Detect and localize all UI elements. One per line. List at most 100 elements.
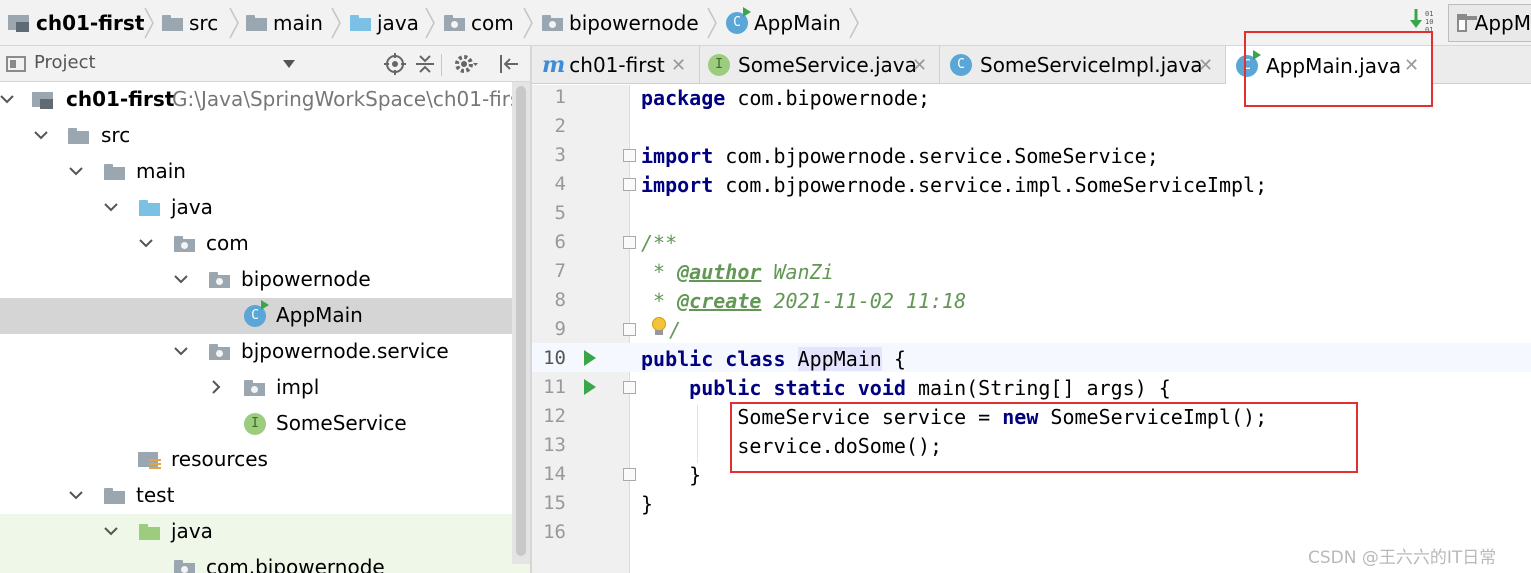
breadcrumb-label: bipowernode — [569, 11, 699, 35]
tree-item-label: impl — [276, 375, 320, 399]
settings-gear-icon[interactable] — [454, 53, 478, 75]
chevron-down-icon[interactable] — [104, 524, 118, 538]
tree-item-com-bipowernode[interactable]: com.bipowernode — [0, 550, 530, 573]
view-dropdown-icon[interactable] — [282, 59, 296, 69]
line-number: 15 — [543, 492, 566, 514]
chevron-down-icon[interactable] — [104, 200, 118, 214]
run-main-icon[interactable] — [584, 379, 596, 395]
package-icon — [174, 560, 195, 573]
hide-panel-icon[interactable] — [498, 53, 520, 75]
code-line-15: } — [641, 492, 654, 516]
fold-marker-icon[interactable] — [623, 381, 636, 394]
tree-item-src[interactable]: src — [0, 118, 530, 154]
source-folder-icon — [350, 15, 371, 31]
package-icon — [542, 15, 563, 31]
tree-item-label: src — [101, 123, 131, 147]
package-icon — [209, 272, 230, 288]
chevron-right-icon[interactable] — [209, 380, 223, 394]
chevron-down-icon[interactable] — [174, 272, 188, 286]
breadcrumb-java[interactable]: java — [350, 0, 419, 46]
line-number: 12 — [543, 405, 566, 427]
code-line-1: package com.bipowernode; — [641, 86, 930, 110]
breadcrumb-project[interactable]: ch01-first — [8, 0, 144, 46]
breadcrumb-label: main — [273, 11, 323, 35]
tree-item-resources[interactable]: resources — [0, 442, 530, 478]
tab-label: SomeServiceImpl.java — [980, 53, 1203, 77]
fold-marker-icon[interactable] — [623, 323, 636, 336]
code-line-4: import com.bjpowernode.service.impl.Some… — [641, 173, 1268, 197]
locate-file-icon[interactable] — [384, 53, 406, 75]
breadcrumb-com[interactable]: com — [444, 0, 514, 46]
lightbulb-icon[interactable] — [651, 317, 667, 337]
code-line-7: * @author WanZi — [641, 260, 834, 284]
code-line-10: public class AppMain { — [641, 347, 906, 371]
package-icon — [174, 236, 195, 252]
folder-icon — [162, 15, 183, 31]
tree-item-ch01-first[interactable]: ch01-first G:\Java\SpringWorkSpace\ch01-… — [0, 82, 530, 118]
chevron-down-icon[interactable] — [34, 128, 48, 142]
resources-folder-icon — [138, 450, 162, 470]
breadcrumb-src[interactable]: src — [162, 0, 218, 46]
tree-item-java-test[interactable]: java — [0, 514, 530, 550]
code-line-3: import com.bjpowernode.service.SomeServi… — [641, 144, 1159, 168]
project-folder-icon — [32, 90, 54, 110]
class-icon: C — [726, 7, 751, 34]
package-icon — [244, 380, 265, 396]
chevron-down-icon[interactable] — [139, 236, 153, 250]
tree-item-bipowernode[interactable]: bipowernode — [0, 262, 530, 298]
tree-item-someservice[interactable]: I SomeService — [0, 406, 530, 442]
line-number: 16 — [543, 521, 566, 543]
tree-item-test[interactable]: test — [0, 478, 530, 514]
line-number: 7 — [554, 260, 566, 282]
chevron-down-icon[interactable] — [69, 488, 83, 502]
code-line-11: public static void main(String[] args) { — [689, 376, 1171, 400]
project-panel-title: Project — [34, 52, 96, 73]
breadcrumb-separator — [331, 7, 341, 39]
tree-item-label: resources — [171, 447, 268, 471]
project-tree-scrollbar[interactable] — [512, 82, 530, 564]
breadcrumb-bipowernode[interactable]: bipowernode — [542, 0, 699, 46]
line-number: 6 — [554, 231, 566, 253]
tree-item-appmain[interactable]: C AppMain — [0, 298, 530, 334]
toolbar-divider — [441, 54, 442, 76]
tree-item-label: java — [171, 195, 213, 219]
breadcrumb-separator — [849, 7, 859, 39]
tab-label: SomeService.java — [738, 53, 917, 77]
chevron-down-icon[interactable] — [174, 344, 188, 358]
tree-item-label: main — [136, 159, 186, 183]
run-class-icon[interactable] — [584, 350, 596, 366]
tree-item-com[interactable]: com — [0, 226, 530, 262]
tab-ch01-first[interactable]: m ch01-first ✕ — [532, 46, 700, 84]
tree-item-bjpowernode-service[interactable]: bjpowernode.service — [0, 334, 530, 370]
tree-item-label: com — [206, 231, 249, 255]
tree-item-impl[interactable]: impl — [0, 370, 530, 406]
close-tab-icon[interactable]: ✕ — [671, 55, 686, 76]
highlight-box-code — [730, 402, 1358, 473]
tree-item-label: com.bipowernode — [206, 555, 385, 573]
folder-icon — [104, 488, 125, 504]
collapse-all-icon[interactable] — [414, 53, 436, 75]
scrollbar-thumb[interactable] — [516, 86, 526, 556]
close-tab-icon[interactable]: ✕ — [1198, 55, 1213, 76]
line-number: 5 — [554, 202, 566, 224]
chevron-down-icon[interactable] — [69, 164, 83, 178]
fold-marker-icon[interactable] — [623, 178, 636, 191]
tree-item-label: bjpowernode.service — [241, 339, 449, 363]
tab-someserviceimpl[interactable]: C SomeServiceImpl.java ✕ — [940, 46, 1226, 84]
source-folder-icon — [139, 200, 160, 216]
line-number: 3 — [554, 144, 566, 166]
run-configuration-select[interactable]: AppM — [1448, 4, 1531, 42]
interface-icon: I — [244, 413, 266, 435]
tree-item-main[interactable]: main — [0, 154, 530, 190]
breadcrumb-main[interactable]: main — [246, 0, 323, 46]
fold-marker-icon[interactable] — [623, 468, 636, 481]
project-path: G:\Java\SpringWorkSpace\ch01-first — [172, 87, 529, 111]
tab-someservice[interactable]: I SomeService.java ✕ — [700, 46, 940, 84]
chevron-down-icon[interactable] — [0, 92, 14, 106]
breadcrumb-appmain[interactable]: C AppMain — [726, 0, 841, 46]
fold-marker-icon[interactable] — [623, 236, 636, 249]
close-tab-icon[interactable]: ✕ — [912, 55, 927, 76]
code-line-14: } — [641, 463, 702, 487]
tree-item-java-main[interactable]: java — [0, 190, 530, 226]
fold-marker-icon[interactable] — [623, 149, 636, 162]
